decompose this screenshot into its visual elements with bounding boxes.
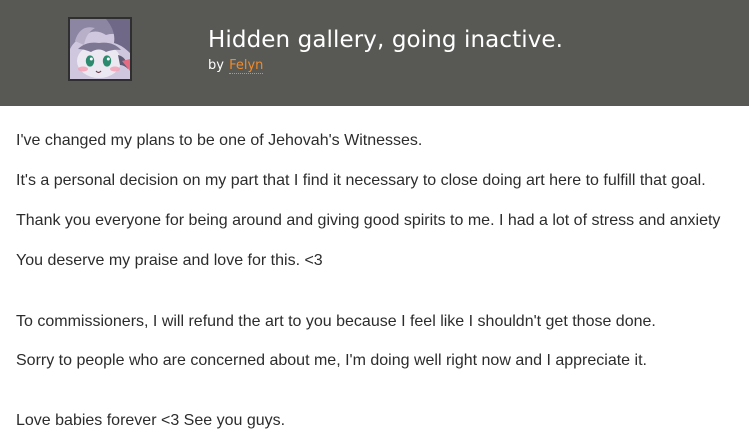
byline: by Felyn	[208, 57, 264, 75]
body-paragraph: Sorry to people who are concerned about …	[16, 352, 647, 369]
body-paragraph: Thank you everyone for being around and …	[16, 212, 721, 229]
author-link[interactable]: Felyn	[229, 58, 264, 74]
avatar-image	[70, 19, 130, 79]
user-avatar[interactable]	[68, 17, 132, 81]
journal-header: Hidden gallery, going inactive. by Felyn	[0, 0, 749, 106]
journal-page: Hidden gallery, going inactive. by Felyn…	[0, 0, 749, 441]
body-paragraph: It's a personal decision on my part that…	[16, 172, 706, 189]
byline-by-label: by	[208, 58, 224, 73]
journal-title: Hidden gallery, going inactive.	[208, 27, 564, 53]
body-paragraph: You deserve my praise and love for this.…	[16, 252, 323, 269]
body-paragraph: I've changed my plans to be one of Jehov…	[16, 132, 423, 149]
body-paragraph: To commissioners, I will refund the art …	[16, 313, 656, 330]
body-paragraph: Love babies forever <3 See you guys.	[16, 412, 286, 429]
